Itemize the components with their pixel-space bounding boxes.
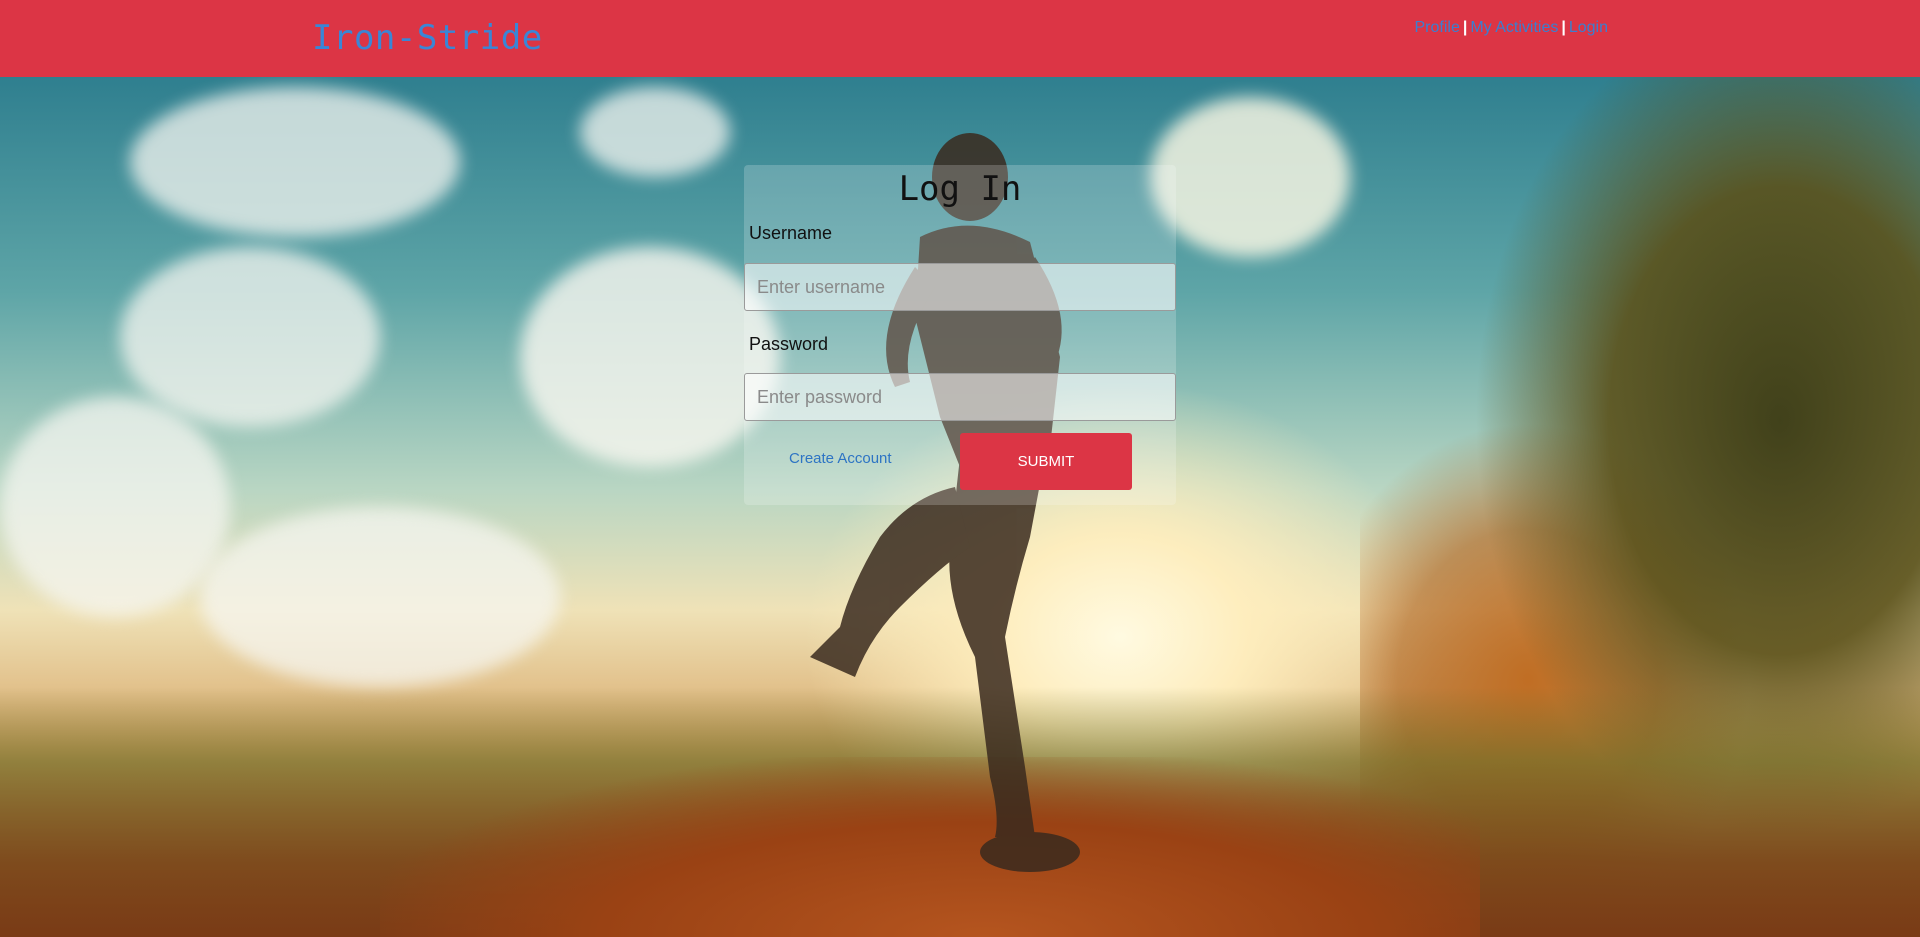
submit-button[interactable]: SUBMIT (960, 433, 1132, 490)
nav-link-login[interactable]: Login (1569, 19, 1608, 36)
top-navbar: Iron-Stride Profile | My Activities | Login (0, 0, 1920, 77)
nav-links: Profile | My Activities | Login (1415, 19, 1609, 37)
cloud-shape (520, 247, 780, 467)
cloud-shape (120, 247, 380, 427)
create-account-link[interactable]: Create Account (789, 450, 892, 467)
cloud-shape (200, 507, 560, 687)
nav-link-profile[interactable]: Profile (1415, 19, 1460, 36)
brand-logo[interactable]: Iron-Stride (312, 18, 543, 58)
password-label: Password (749, 334, 829, 354)
username-label: Username (749, 223, 833, 243)
password-input[interactable] (744, 373, 1176, 421)
login-title: Log In (898, 169, 1022, 209)
nav-separator: | (1561, 19, 1566, 36)
cloud-shape (1150, 97, 1350, 257)
cloud-shape (130, 87, 460, 237)
cloud-shape (580, 87, 730, 177)
username-input[interactable] (744, 263, 1176, 311)
cloud-shape (0, 397, 230, 617)
nav-link-my-activities[interactable]: My Activities (1470, 19, 1558, 36)
login-card: Log In Username Password Create Account … (744, 165, 1176, 505)
nav-separator: | (1462, 19, 1468, 36)
